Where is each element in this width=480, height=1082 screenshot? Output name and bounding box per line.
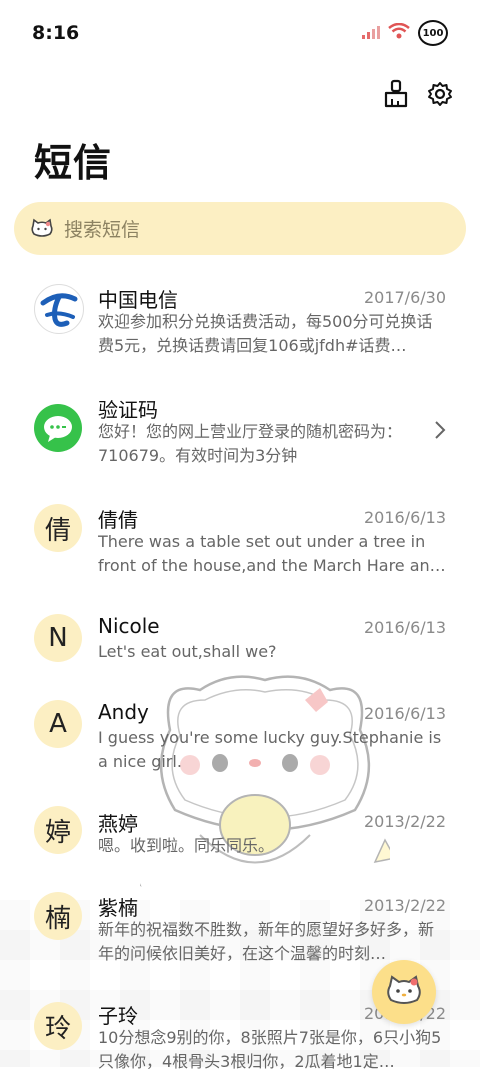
message-preview: 欢迎参加积分兑换话费活动，每500分可兑换话费5元，兑换话费请回复106或jfd…: [98, 312, 433, 355]
search-bar[interactable]: 搜索短信: [14, 202, 466, 255]
list-item[interactable]: 婷 燕婷 2013/2/22 嗯。收到啦。同乐同乐。: [0, 796, 480, 882]
top-actions: [382, 78, 454, 110]
compose-fab-button[interactable]: [372, 960, 436, 1024]
message-preview: I guess you're some lucky guy.Stephanie …: [98, 728, 442, 771]
contact-name: 倩倩: [98, 508, 138, 532]
avatar: 倩: [34, 504, 82, 552]
wifi-icon: [388, 22, 410, 43]
message-date: 2016/6/13: [363, 704, 446, 723]
battery-icon: 100: [418, 20, 448, 46]
message-preview: 新年的祝福数不胜数，新年的愿望好多好多，新年的问候依旧美好，在这个温馨的时刻…: [98, 920, 435, 963]
message-date: 2017/6/30: [363, 288, 446, 307]
list-item[interactable]: 中国电信 2017/6/30 欢迎参加积分兑换话费活动，每500分可兑换话费5元…: [0, 270, 480, 380]
status-time: 8:16: [32, 22, 80, 44]
avatar: 婷: [34, 806, 82, 854]
settings-gear-icon[interactable]: [426, 78, 454, 110]
cat-face-icon: [30, 218, 54, 240]
status-icons: 100: [362, 20, 448, 46]
avatar: 楠: [34, 892, 82, 940]
contact-name: 验证码: [98, 398, 158, 422]
message-preview: 嗯。收到啦。同乐同乐。: [98, 836, 275, 855]
contact-name: Andy: [98, 700, 149, 724]
message-date: 2016/6/13: [363, 618, 446, 637]
message-preview: There was a table set out under a tree i…: [98, 532, 446, 575]
list-item[interactable]: 验证码 您好！您的网上营业厅登录的随机密码为：710679。有效时间为3分钟: [0, 380, 480, 490]
message-date: 2013/2/22: [363, 812, 446, 831]
chevron-right-icon: [435, 421, 446, 439]
message-bubble-icon: [34, 404, 82, 452]
contact-name: 燕婷: [98, 812, 138, 836]
message-preview: Let's eat out,shall we?: [98, 642, 277, 661]
search-placeholder: 搜索短信: [64, 219, 141, 241]
message-preview: 您好！您的网上营业厅登录的随机密码为：710679。有效时间为3分钟: [98, 422, 403, 465]
avatar: 玲: [34, 1002, 82, 1050]
cat-face-icon: [387, 975, 421, 1004]
signal-icon: [362, 24, 380, 43]
list-item[interactable]: A Andy 2016/6/13 I guess you're some luc…: [0, 686, 480, 796]
contact-name: 子玲: [98, 1004, 138, 1028]
message-date: 2013/2/22: [363, 896, 446, 915]
contact-name: 中国电信: [98, 288, 178, 312]
china-telecom-logo-icon: [34, 284, 84, 334]
message-date: 2016/6/13: [363, 508, 446, 527]
status-bar: 8:16 100: [0, 0, 480, 68]
contact-name: 紫楠: [98, 896, 138, 920]
contact-name: Nicole: [98, 614, 160, 638]
list-item[interactable]: 倩 倩倩 2016/6/13 There was a table set out…: [0, 490, 480, 600]
page-title: 短信: [34, 141, 113, 185]
avatar: N: [34, 614, 82, 662]
avatar: A: [34, 700, 82, 748]
brush-icon[interactable]: [382, 78, 410, 110]
list-item[interactable]: N Nicole 2016/6/13 Let's eat out,shall w…: [0, 600, 480, 686]
